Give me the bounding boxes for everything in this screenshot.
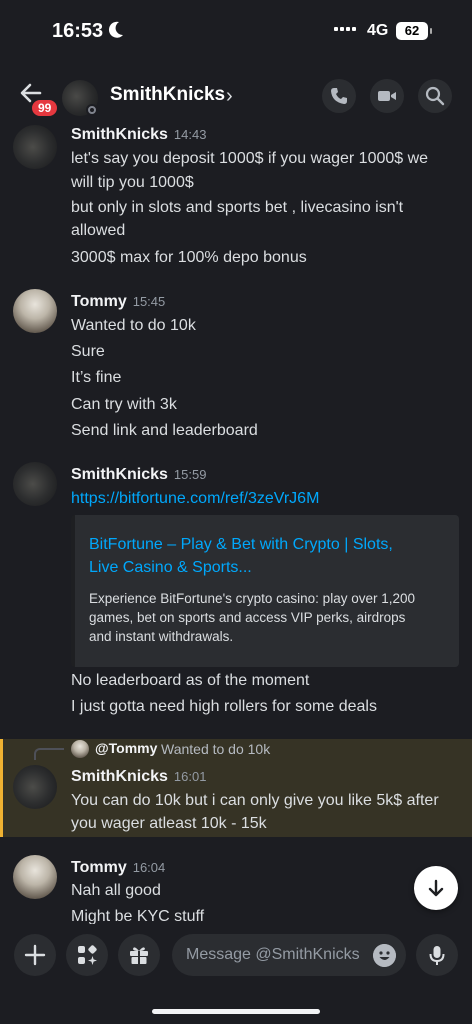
reply-mention[interactable]: @Tommy: [95, 740, 157, 756]
status-bar: 16:53 4G 62: [0, 0, 472, 62]
message-author[interactable]: Tommy 15:45: [71, 293, 165, 311]
message-input[interactable]: [186, 934, 366, 976]
message-text: It’s fine: [71, 369, 122, 386]
embed-description: Experience BitFortune's crypto casino: p…: [89, 591, 415, 644]
chevron-right-icon[interactable]: ›: [226, 85, 233, 108]
embed-title[interactable]: BitFortune – Play & Bet with Crypto | Sl…: [89, 533, 444, 579]
gift-button[interactable]: [118, 934, 160, 976]
moon-icon: [108, 21, 123, 38]
apps-icon: [78, 945, 97, 965]
message-text: Send link and leaderboard: [71, 422, 258, 439]
signal-icon: [334, 27, 356, 31]
message-author[interactable]: SmithKnicks 15:59: [71, 466, 206, 484]
video-call-button[interactable]: [370, 79, 404, 113]
message-text: will tip you 1000$: [71, 174, 194, 191]
chat-header: 99 SmithKnicks ›: [0, 62, 472, 128]
message-text: No leaderboard as of the moment: [71, 672, 310, 689]
message-text: let's say you deposit 1000$ if you wager…: [71, 150, 429, 167]
battery-icon: 62: [396, 22, 432, 40]
offline-status-icon: [86, 104, 98, 116]
message-text: Nah all good: [71, 882, 161, 899]
scroll-to-bottom-button[interactable]: [414, 866, 458, 910]
status-time: 16:53: [52, 20, 104, 42]
plus-icon: [24, 944, 46, 966]
message-list[interactable]: SmithKnicks 14:43 let's say you deposit 1…: [0, 120, 472, 928]
arrow-down-icon: [428, 879, 444, 897]
video-camera-icon: [378, 91, 396, 101]
phone-icon: [331, 88, 347, 104]
message-timestamp: 16:04: [132, 860, 166, 875]
add-attachment-button[interactable]: [14, 934, 56, 976]
avatar[interactable]: [13, 125, 57, 169]
message-text: Sure: [71, 343, 105, 360]
home-indicator: [152, 1009, 320, 1014]
reply-preview[interactable]: Wanted to do 10k: [161, 741, 270, 757]
reply-connector: [34, 748, 64, 760]
channel-name[interactable]: SmithKnicks: [110, 84, 225, 106]
gift-icon: [130, 947, 148, 964]
avatar[interactable]: [13, 855, 57, 899]
message-text: You can do 10k but i can only give you l…: [71, 792, 439, 809]
search-icon: [425, 86, 445, 106]
message-text: 3000$ max for 100% depo bonus: [71, 249, 307, 266]
message-text: Wanted to do 10k: [71, 317, 196, 334]
message-text: allowed: [71, 222, 126, 239]
message-text: you wager atleast 10k - 15k: [71, 815, 267, 832]
message-author[interactable]: SmithKnicks 16:01: [71, 768, 206, 786]
message-timestamp: 16:01: [173, 769, 207, 784]
message-timestamp: 14:43: [173, 127, 207, 142]
message-author[interactable]: SmithKnicks 14:43: [71, 126, 206, 144]
avatar[interactable]: [13, 462, 57, 506]
message-composer: [0, 924, 472, 1024]
voice-call-button[interactable]: [322, 79, 356, 113]
message-input-container: [172, 934, 406, 976]
unread-badge: 99: [30, 98, 60, 118]
message-timestamp: 15:45: [132, 294, 166, 309]
message-text: I just gotta need high rollers for some …: [71, 698, 377, 715]
search-button[interactable]: [418, 79, 452, 113]
message-text: Can try with 3k: [71, 396, 177, 413]
avatar[interactable]: [13, 289, 57, 333]
microphone-icon: [429, 946, 445, 965]
message-timestamp: 15:59: [173, 467, 207, 482]
avatar[interactable]: [13, 765, 57, 809]
message-link[interactable]: https://bitfortune.com/ref/3zeVrJ6M: [71, 488, 456, 510]
message-text: but only in slots and sports bet , livec…: [71, 199, 404, 216]
link-embed: BitFortune – Play & Bet with Crypto | Sl…: [71, 515, 459, 667]
message-author[interactable]: Tommy 16:04: [71, 859, 165, 877]
reply-avatar: [71, 740, 89, 758]
apps-button[interactable]: [66, 934, 108, 976]
network-type: 4G: [367, 22, 389, 39]
voice-message-button[interactable]: [416, 934, 458, 976]
emoji-icon[interactable]: [373, 944, 396, 967]
